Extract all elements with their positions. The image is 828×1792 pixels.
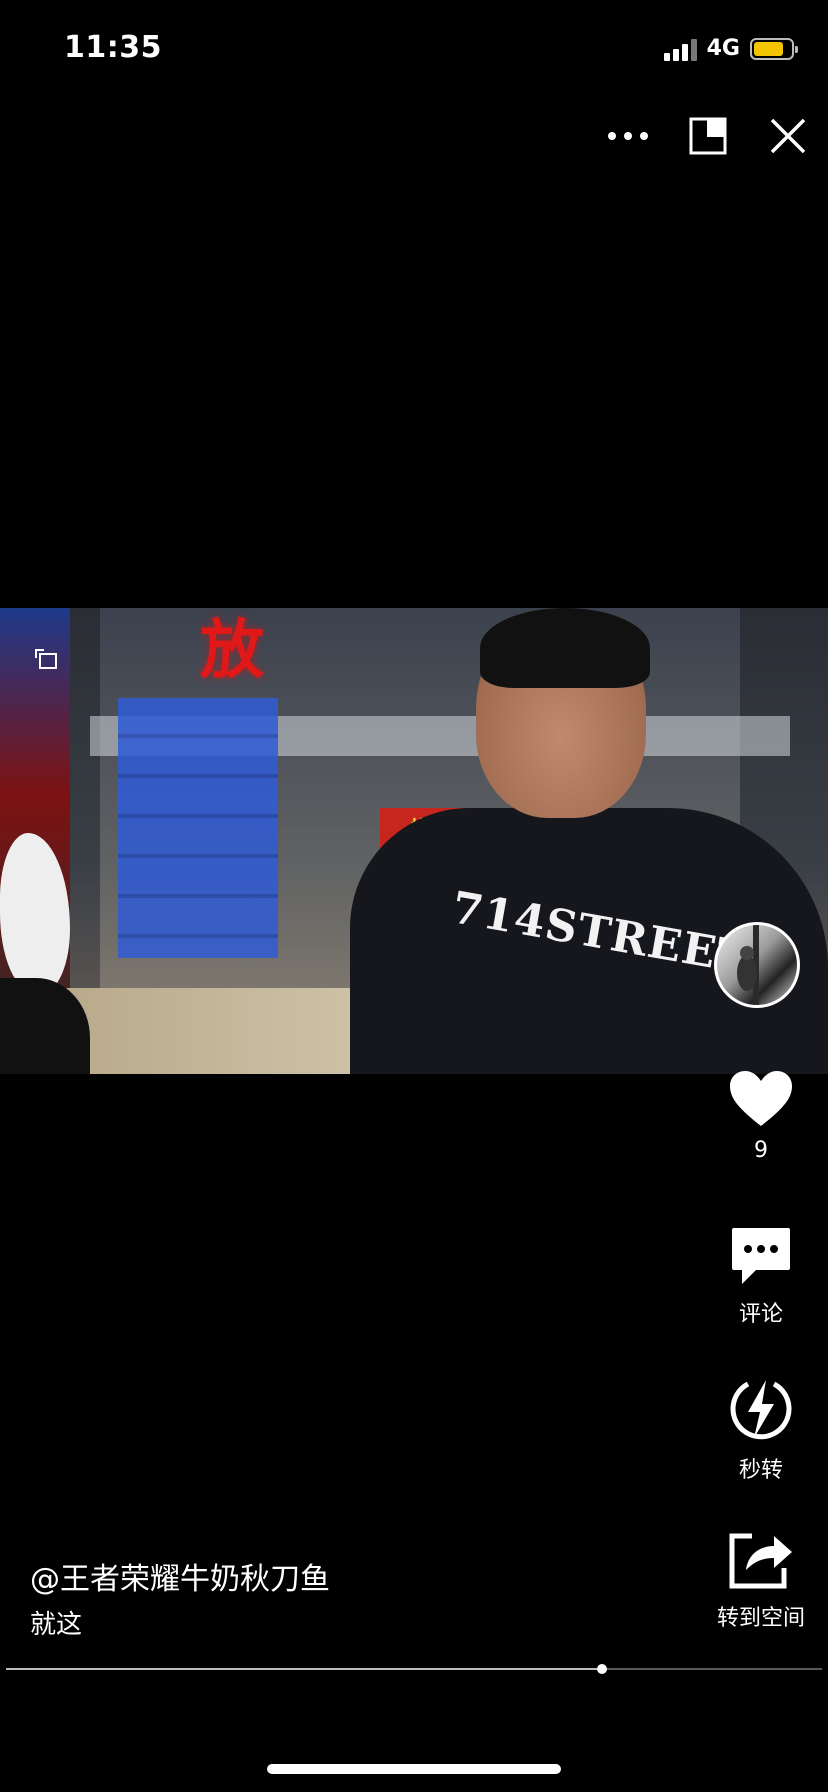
more-dots-icon[interactable] bbox=[606, 114, 650, 158]
video-player[interactable]: 放 烧烤 714STREET bbox=[0, 608, 828, 1074]
home-indicator[interactable] bbox=[267, 1764, 561, 1774]
progress-fill bbox=[6, 1668, 602, 1670]
like-button[interactable]: 9 bbox=[701, 1070, 821, 1163]
status-indicators: 4G bbox=[663, 36, 798, 61]
lightning-circle-icon bbox=[730, 1380, 792, 1440]
video-progress-bar[interactable] bbox=[6, 1664, 822, 1674]
comment-bubble-icon bbox=[732, 1228, 790, 1284]
close-icon[interactable] bbox=[766, 114, 810, 158]
fast-share-label: 秒转 bbox=[738, 1458, 783, 1483]
like-count: 9 bbox=[754, 1138, 768, 1163]
cellular-signal-icon bbox=[663, 37, 697, 61]
comment-label: 评论 bbox=[738, 1302, 783, 1327]
share-arrow-icon bbox=[729, 1533, 792, 1589]
top-controls bbox=[606, 114, 810, 158]
fast-share-button[interactable]: 秒转 bbox=[701, 1376, 821, 1484]
network-type: 4G bbox=[706, 36, 740, 61]
author-username[interactable]: @王者荣耀牛奶秋刀鱼 bbox=[30, 1554, 330, 1598]
comment-button[interactable]: 评论 bbox=[701, 1226, 821, 1328]
rotate-icon[interactable] bbox=[32, 644, 60, 672]
pip-icon[interactable] bbox=[686, 114, 730, 158]
heart-icon bbox=[730, 1071, 792, 1126]
share-to-space-button[interactable]: 转到空间 bbox=[701, 1530, 821, 1632]
battery-icon bbox=[750, 37, 798, 60]
share-to-space-label: 转到空间 bbox=[716, 1606, 805, 1631]
post-caption: 就这 bbox=[30, 1610, 83, 1640]
progress-knob[interactable] bbox=[596, 1664, 607, 1674]
author-avatar[interactable] bbox=[714, 922, 800, 1008]
status-time: 11:35 bbox=[64, 30, 162, 65]
